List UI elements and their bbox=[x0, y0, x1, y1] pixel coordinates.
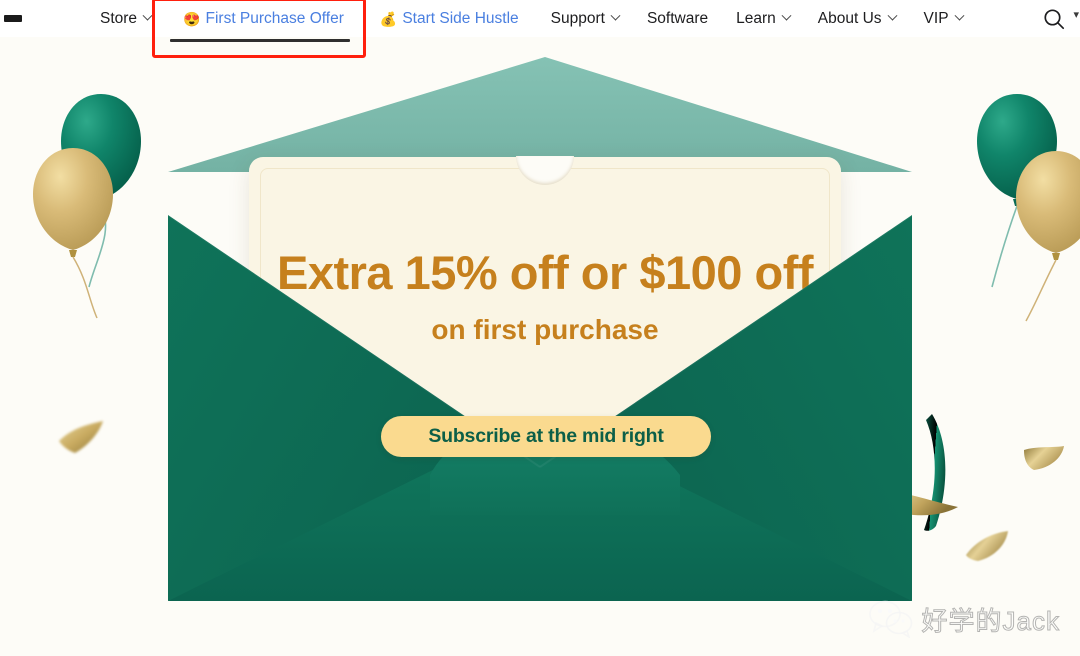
hero-banner: Extra 15% off or $100 off on first purch… bbox=[0, 37, 1080, 656]
nav-item-emoji-icon: 💰 bbox=[379, 10, 398, 27]
nav-item-label: Support bbox=[550, 9, 605, 27]
nav-item-emoji-icon: 😍 bbox=[183, 10, 201, 27]
nav-item-label: Learn bbox=[736, 9, 776, 27]
wechat-icon bbox=[868, 600, 912, 638]
search-icon[interactable] bbox=[1042, 7, 1066, 31]
card-notch bbox=[516, 156, 574, 185]
chevron-down-icon bbox=[781, 10, 792, 21]
confetti-gold-left bbox=[59, 421, 103, 453]
confetti-gold-right-lower bbox=[966, 531, 1008, 561]
nav-item-label: Start Side Hustle bbox=[402, 9, 519, 27]
nav-item-store[interactable]: Store bbox=[86, 0, 165, 37]
nav-item-start-side-hustle[interactable]: 💰 Start Side Hustle bbox=[362, 0, 537, 37]
nav-item-software[interactable]: Software bbox=[633, 0, 722, 37]
envelope-back-flap bbox=[168, 57, 912, 172]
active-nav-underline bbox=[170, 39, 350, 42]
nav-item-about-us[interactable]: About Us bbox=[804, 0, 910, 37]
envelope-body bbox=[168, 215, 912, 601]
page-root: Extra 15% off or $100 off on first purch… bbox=[0, 0, 1080, 656]
nav-item-learn[interactable]: Learn bbox=[722, 0, 804, 37]
balloon-gold-left bbox=[33, 148, 113, 319]
nav-item-label: Software bbox=[646, 9, 709, 27]
nav-item-list: Store 😍 First Purchase Offer 💰 Start Side Hu… bbox=[86, 0, 977, 37]
subscribe-button[interactable]: Subscribe at the mid right bbox=[381, 416, 711, 457]
nav-item-label: Store bbox=[100, 9, 138, 27]
chevron-down-icon bbox=[887, 10, 897, 21]
confetti-gold-right-upper bbox=[1024, 446, 1064, 470]
chevron-down-icon bbox=[610, 10, 621, 21]
nav-item-support[interactable]: Support bbox=[537, 0, 633, 37]
chevron-down-icon bbox=[954, 10, 964, 21]
site-logo-icon[interactable] bbox=[4, 15, 22, 22]
balloon-gold-right bbox=[1016, 151, 1080, 322]
nav-item-first-purchase-offer[interactable]: 😍 First Purchase Offer bbox=[165, 0, 362, 37]
chevron-down-icon bbox=[142, 10, 153, 21]
top-navigation-bar: Store 😍 First Purchase Offer 💰 Start Side Hu… bbox=[0, 0, 1080, 37]
nav-edge-chevron-icon[interactable]: ▾ bbox=[1073, 10, 1079, 21]
nav-item-label: About Us bbox=[817, 9, 882, 27]
watermark: 好学的Jack bbox=[868, 600, 1060, 638]
nav-item-label: VIP bbox=[923, 9, 949, 27]
nav-item-vip[interactable]: VIP bbox=[910, 0, 977, 37]
watermark-text: 好学的Jack bbox=[921, 605, 1060, 636]
nav-item-label: First Purchase Offer bbox=[205, 9, 344, 27]
